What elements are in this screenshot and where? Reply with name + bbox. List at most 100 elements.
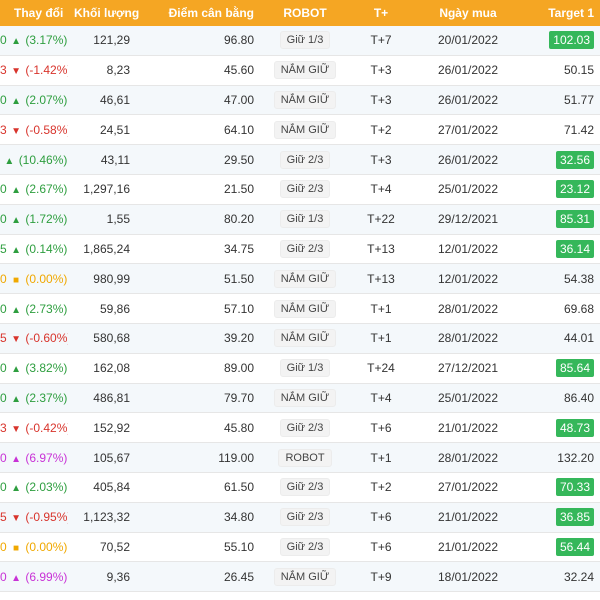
arrow-down-icon: ▼ bbox=[11, 423, 21, 435]
table-row[interactable]: 0 ▲ (6.99%) 9,36 26.45 NẮM GIỮ T+9 18/01/2022… bbox=[0, 561, 600, 593]
price-fragment: 3 bbox=[0, 63, 7, 78]
target1-cell: 48.73 bbox=[520, 412, 600, 444]
change-cell: 3 ▼ (-0.42%) bbox=[0, 412, 68, 444]
column-header-tplus[interactable]: T+ bbox=[346, 0, 416, 26]
price-fragment: 0 bbox=[0, 301, 7, 316]
table-row[interactable]: 0 ▲ (2.67%) 1,297,16 21.50 Giữ 2/3 T+4 25/01/… bbox=[0, 174, 600, 205]
target1-value: 51.77 bbox=[563, 92, 594, 107]
table-row[interactable]: 0 ▲ (3.82%) 162,08 89.00 Giữ 1/3 T+24 27/12/2… bbox=[0, 353, 600, 384]
column-header-change[interactable]: Thay đổi bbox=[0, 0, 68, 26]
price-fragment: 3 bbox=[0, 420, 7, 435]
change-percent: (-0.95%) bbox=[25, 510, 68, 525]
table-row[interactable]: 5 ▼ (-0.95%) 1,123,32 34.80 Giữ 2/3 T+6 21/01… bbox=[0, 502, 600, 533]
balance-cell: 55.10 bbox=[136, 532, 264, 563]
balance-cell: 29.50 bbox=[136, 144, 264, 175]
price-fragment: 0 bbox=[0, 182, 7, 197]
balance-cell: 45.60 bbox=[136, 55, 264, 86]
table-row[interactable]: 0 ▲ (2.37%) 486,81 79.70 NẮM GIỮ T+4 25/01/20… bbox=[0, 383, 600, 414]
table-row[interactable]: 0 ▲ (2.07%) 46,61 47.00 NẮM GIỮ T+3 26/01/202… bbox=[0, 85, 600, 116]
volume-cell: 1,865,24 bbox=[68, 234, 136, 265]
change-percent: (6.97%) bbox=[25, 450, 68, 465]
arrow-down-icon: ▼ bbox=[11, 125, 21, 137]
change-percent: (2.73%) bbox=[25, 301, 68, 316]
volume-cell: 46,61 bbox=[68, 85, 136, 116]
change-percent: (2.03%) bbox=[25, 480, 68, 495]
price-fragment: 0 bbox=[0, 390, 7, 405]
table-row[interactable]: 5 ▼ (-0.60%) 580,68 39.20 NẮM GIỮ T+1 28/01/2… bbox=[0, 323, 600, 354]
table-row[interactable]: 3 ▼ (-1.42%) 8,23 45.60 NẮM GIỮ T+3 26/01/202… bbox=[0, 55, 600, 86]
tplus-cell: T+2 bbox=[346, 472, 416, 503]
robot-signals-table: Thay đổi Khối lượng Điểm cân bằng ROBOT … bbox=[0, 0, 600, 593]
balance-cell: 61.50 bbox=[136, 472, 264, 503]
column-header-balance[interactable]: Điểm cân bằng bbox=[136, 0, 264, 26]
balance-cell: 80.20 bbox=[136, 204, 264, 235]
tplus-cell: T+3 bbox=[346, 55, 416, 86]
balance-cell: 45.80 bbox=[136, 412, 264, 444]
target1-value: 32.56 bbox=[555, 150, 594, 169]
target1-value: 54.38 bbox=[563, 271, 594, 286]
robot-status-badge: Giữ 2/3 bbox=[279, 537, 331, 556]
table-row[interactable]: 0 ■ (0.00%) 70,52 55.10 Giữ 2/3 T+6 21/01/202… bbox=[0, 532, 600, 563]
table-row[interactable]: 0 ▲ (2.03%) 405,84 61.50 Giữ 2/3 T+2 27/01/20… bbox=[0, 472, 600, 503]
robot-cell: Giữ 1/3 bbox=[264, 26, 346, 56]
change-cell: 5 ▼ (-0.95%) bbox=[0, 502, 68, 533]
table-row[interactable]: 0 ▲ (3.17%) 121,29 96.80 Giữ 1/3 T+7 20/01/20… bbox=[0, 26, 600, 56]
change-cell: 0 ▲ (2.03%) bbox=[0, 472, 68, 503]
table-row[interactable]: 5 ▲ (0.14%) 1,865,24 34.75 Giữ 2/3 T+13 12/01… bbox=[0, 234, 600, 265]
robot-cell: Giữ 2/3 bbox=[264, 502, 346, 533]
table-row[interactable]: 0 ■ (0.00%) 980,99 51.50 NẮM GIỮ T+13 12/01/2… bbox=[0, 263, 600, 295]
price-fragment: 0 bbox=[0, 569, 7, 584]
balance-cell: 79.70 bbox=[136, 383, 264, 414]
column-header-buy-date[interactable]: Ngày mua bbox=[416, 0, 520, 26]
table-row[interactable]: 0 ▲ (2.73%) 59,86 57.10 NẮM GIỮ T+1 28/01/202… bbox=[0, 293, 600, 324]
column-header-target1[interactable]: Target 1 bbox=[520, 0, 600, 26]
robot-status-badge: NẮM GIỮ bbox=[273, 329, 337, 348]
tplus-cell: T+1 bbox=[346, 323, 416, 354]
table-row[interactable]: 0 ▲ (1.72%) 1,55 80.20 Giữ 1/3 T+22 29/12/202… bbox=[0, 204, 600, 235]
robot-cell: NẮM GIỮ bbox=[264, 85, 346, 116]
change-percent: (2.07%) bbox=[25, 92, 68, 107]
column-header-robot[interactable]: ROBOT bbox=[264, 0, 346, 26]
change-cell: 0 ▲ (3.82%) bbox=[0, 353, 68, 384]
table-row[interactable]: ▲ (10.46%) 43,11 29.50 Giữ 2/3 T+3 26/01/2022… bbox=[0, 144, 600, 175]
change-cell: 0 ▲ (2.07%) bbox=[0, 85, 68, 116]
price-fragment: 0 bbox=[0, 450, 7, 465]
robot-cell: Giữ 1/3 bbox=[264, 353, 346, 384]
balance-cell: 39.20 bbox=[136, 323, 264, 354]
column-header-volume[interactable]: Khối lượng bbox=[68, 0, 139, 26]
target1-cell: 86.40 bbox=[520, 383, 600, 414]
buy-date-cell: 18/01/2022 bbox=[416, 561, 520, 593]
robot-cell: ROBOT bbox=[264, 442, 346, 473]
target1-cell: 85.64 bbox=[520, 353, 600, 384]
tplus-cell: T+2 bbox=[346, 114, 416, 146]
target1-value: 71.42 bbox=[563, 122, 594, 137]
robot-status-badge: Giữ 2/3 bbox=[279, 150, 331, 169]
target1-cell: 36.85 bbox=[520, 502, 600, 533]
table-body: 0 ▲ (3.17%) 121,29 96.80 Giữ 1/3 T+7 20/01/20… bbox=[0, 26, 600, 593]
change-percent: (2.67%) bbox=[25, 182, 68, 197]
robot-cell: Giữ 2/3 bbox=[264, 234, 346, 265]
change-cell: ▲ (10.46%) bbox=[0, 144, 68, 175]
robot-status-badge: Giữ 2/3 bbox=[279, 508, 331, 527]
target1-cell: 56.44 bbox=[520, 532, 600, 563]
change-percent: (-0.42%) bbox=[25, 420, 68, 435]
table-row[interactable]: 3 ▼ (-0.58%) 24,51 64.10 NẮM GIỮ T+2 27/01/20… bbox=[0, 114, 600, 146]
robot-status-badge: Giữ 2/3 bbox=[279, 418, 331, 437]
target1-value: 48.73 bbox=[555, 418, 594, 437]
target1-value: 36.14 bbox=[555, 239, 594, 258]
robot-status-badge: NẮM GIỮ bbox=[273, 269, 337, 288]
volume-cell: 152,92 bbox=[68, 412, 136, 444]
table-row[interactable]: 0 ▲ (6.97%) 105,67 119.00 ROBOT T+1 28/01/202… bbox=[0, 442, 600, 473]
balance-cell: 119.00 bbox=[136, 442, 264, 473]
change-percent: (0.00%) bbox=[25, 271, 68, 286]
change-cell: 3 ▼ (-0.58%) bbox=[0, 114, 68, 146]
change-cell: 0 ■ (0.00%) bbox=[0, 263, 68, 295]
change-percent: (0.14%) bbox=[25, 241, 68, 256]
target1-cell: 54.38 bbox=[520, 263, 600, 295]
price-fragment: 0 bbox=[0, 33, 7, 48]
robot-status-badge: NẮM GIỮ bbox=[273, 61, 337, 80]
table-row[interactable]: 3 ▼ (-0.42%) 152,92 45.80 Giữ 2/3 T+6 21/01/2… bbox=[0, 412, 600, 444]
target1-value: 32.24 bbox=[563, 569, 594, 584]
robot-status-badge: NẮM GIỮ bbox=[273, 299, 337, 318]
tplus-cell: T+13 bbox=[346, 263, 416, 295]
